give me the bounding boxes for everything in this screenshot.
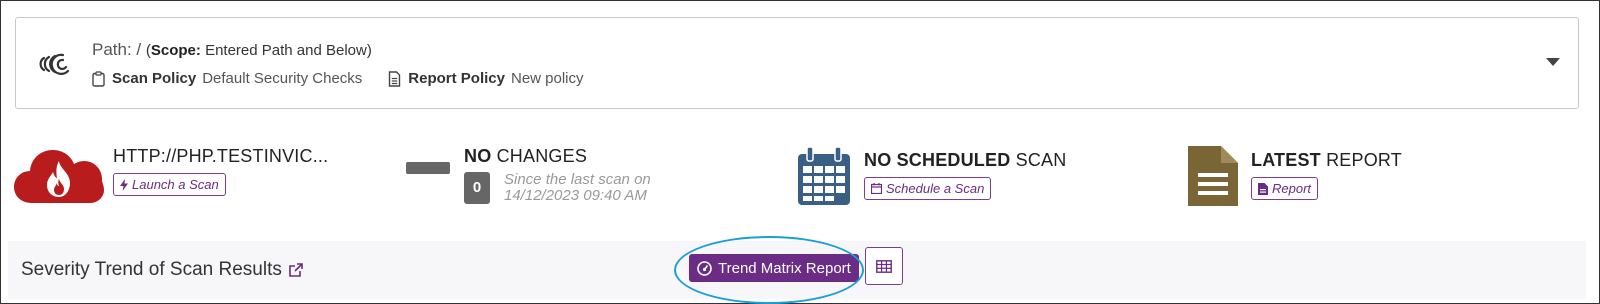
- report-title-bold: LATEST: [1251, 150, 1321, 170]
- schedule-title: NO SCHEDULED SCAN: [864, 150, 1066, 171]
- report-policy: Report Policy New policy: [388, 70, 584, 87]
- schedule-title-rest: SCAN: [1015, 150, 1067, 170]
- file-text-icon: [389, 70, 401, 87]
- scope-label: Scope:: [150, 42, 201, 59]
- schedule-title-bold: NO SCHEDULED: [864, 150, 1011, 170]
- since-line-2: 14/12/2023 09:40 AM: [504, 187, 647, 204]
- since-last-scan: Since the last scan on 14/12/2023 09:40 …: [504, 172, 651, 204]
- since-line-1: Since the last scan on: [504, 171, 651, 188]
- expand-dropdown-icon[interactable]: [1546, 58, 1560, 66]
- report-policy-value: New policy: [510, 70, 584, 87]
- calendar-icon: [798, 146, 850, 205]
- scan-policy-label: Scan Policy: [112, 70, 197, 87]
- path-label: Path: /: [92, 40, 142, 59]
- table-icon: [876, 259, 892, 273]
- report-title-rest: REPORT: [1326, 150, 1402, 170]
- changes-title-bold: NO: [464, 146, 492, 166]
- trend-matrix-report-button[interactable]: Trend Matrix Report: [689, 254, 859, 282]
- scope-value: Entered Path and Below): [205, 42, 372, 59]
- report-title: LATEST REPORT: [1251, 150, 1402, 171]
- clipboard-icon: [92, 70, 105, 87]
- brand-logo-icon: [39, 53, 70, 75]
- table-view-button[interactable]: [865, 247, 903, 285]
- severity-trend-label: Severity Trend of Scan Results: [21, 259, 282, 280]
- path-line: Path: / (Scope: Entered Path and Below): [92, 40, 372, 60]
- launch-scan-button[interactable]: Launch a Scan: [113, 173, 226, 196]
- scope-text: (Scope: Entered Path and Below): [146, 42, 372, 59]
- changes-count-badge: 0: [464, 172, 490, 204]
- scan-policy: Scan Policy Default Security Checks: [92, 70, 362, 87]
- small-file-icon: [1258, 182, 1268, 195]
- cloud-fire-icon: [14, 150, 104, 203]
- severity-trend-title[interactable]: Severity Trend of Scan Results: [21, 259, 304, 281]
- report-button-label: Report: [1272, 181, 1312, 196]
- website-url: HTTP://PHP.TESTINVIC...: [113, 146, 329, 166]
- report-button[interactable]: Report: [1251, 177, 1319, 200]
- document-icon: [1188, 146, 1238, 206]
- severity-trend-header: Severity Trend of Scan Results Trend Mat…: [8, 241, 1586, 299]
- bolt-icon: [120, 178, 128, 191]
- schedule-scan-label: Schedule a Scan: [886, 181, 985, 196]
- changes-title: NO CHANGES: [464, 146, 587, 167]
- scan-target-card: Path: / (Scope: Entered Path and Below) …: [15, 17, 1579, 109]
- changes-title-rest: CHANGES: [496, 146, 588, 166]
- report-policy-label: Report Policy: [408, 70, 505, 87]
- schedule-scan-button[interactable]: Schedule a Scan: [864, 177, 992, 200]
- trend-matrix-report-label: Trend Matrix Report: [718, 259, 851, 277]
- gauge-icon: [697, 260, 712, 276]
- scan-policy-value: Default Security Checks: [202, 70, 363, 87]
- small-calendar-icon: [871, 183, 882, 194]
- policy-line: Scan Policy Default Security Checks Repo…: [92, 70, 610, 87]
- external-link-icon: [289, 263, 303, 277]
- minus-icon: [406, 162, 450, 174]
- launch-scan-label: Launch a Scan: [132, 177, 219, 192]
